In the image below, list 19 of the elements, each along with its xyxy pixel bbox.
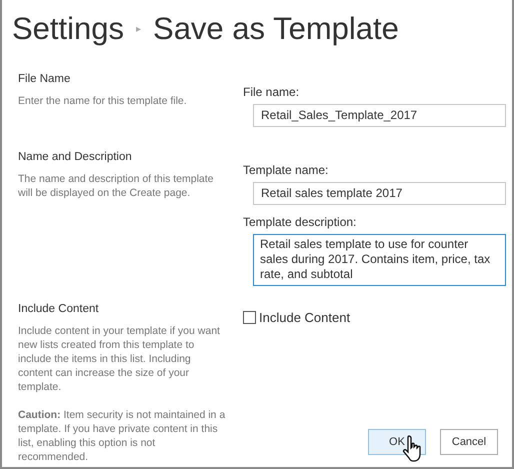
section-description: Enter the name for this template file.	[18, 94, 188, 108]
text-field[interactable]: Retail_Sales_Template_2017	[253, 104, 506, 126]
breadcrumb-separator: ▸	[136, 22, 142, 37]
section-description: Include content in your template if you want new lists created from this template to include the items in this list. Including content can increase the size of your template.	[18, 324, 221, 394]
section-title: File Name	[18, 72, 72, 86]
breadcrumb-link[interactable]: Settings	[12, 6, 124, 52]
page-title: Save as Template	[153, 10, 399, 48]
checkbox-label: Include Content	[259, 308, 350, 326]
caution-text: Caution: Item security is not maintained in a template. If you have private content in this list, enabling this option is not recommended.	[18, 408, 226, 464]
section-title: Name and Description	[18, 150, 133, 164]
section-title: Include Content	[18, 302, 100, 316]
description-field[interactable]: Retail sales template to use for counter sales during 2017. Contains item, price, tax rate, and subtotal	[253, 234, 506, 286]
checkbox[interactable]	[243, 310, 256, 324]
cancel-button[interactable]: Cancel	[440, 429, 498, 455]
field-label: Template description:	[243, 214, 358, 230]
section-description: The name and description of this template will be displayed on the Create page.	[18, 172, 215, 200]
field-label: File name:	[243, 84, 300, 100]
text-field[interactable]: Retail sales template 2017	[253, 182, 506, 204]
field-label: Template name:	[243, 162, 330, 178]
